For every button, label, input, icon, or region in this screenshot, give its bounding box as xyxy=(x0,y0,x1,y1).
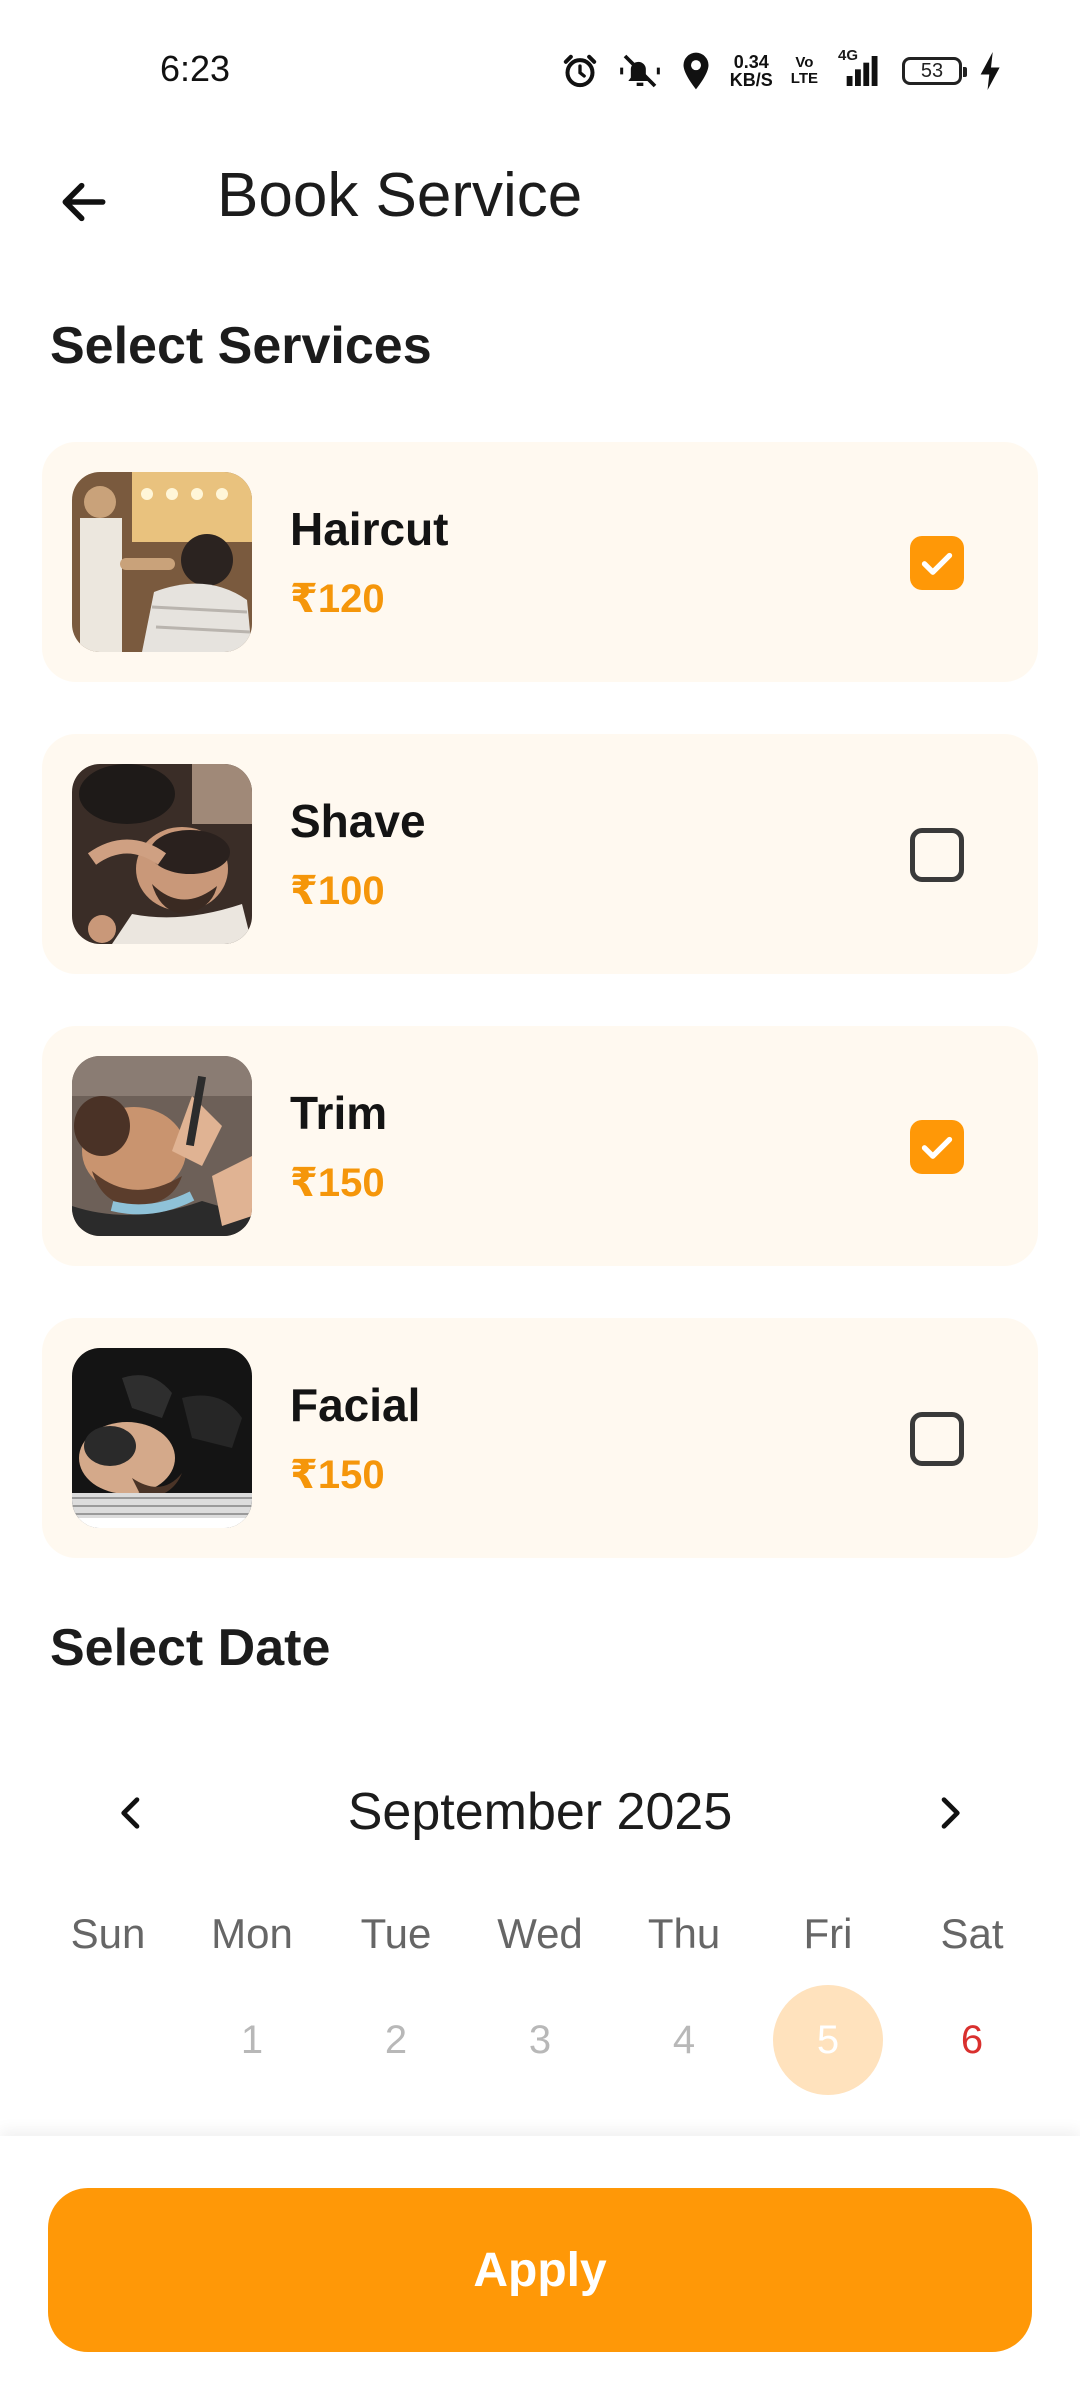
trim-checkbox[interactable] xyxy=(910,1120,964,1174)
haircut-image xyxy=(72,472,252,652)
apply-button[interactable]: Apply xyxy=(48,2188,1032,2352)
service-price: ₹150 xyxy=(290,1453,385,1497)
weekday-label: Thu xyxy=(647,1910,721,1957)
service-name: Facial xyxy=(290,1379,421,1431)
service-price: ₹150 xyxy=(290,1161,385,1205)
arrow-left-icon xyxy=(62,182,106,222)
page-title: Book Service xyxy=(217,161,583,230)
shave-checkbox[interactable] xyxy=(910,828,964,882)
weekday-label: Sat xyxy=(940,1910,1004,1957)
day-cell-selected[interactable]: 5 xyxy=(773,1985,883,2095)
charging-icon xyxy=(980,52,1002,90)
service-list: Haircut ₹120 Shave ₹100 Trim ₹150 Facial… xyxy=(42,442,1038,1610)
facial-image xyxy=(72,1348,252,1528)
check-icon xyxy=(921,1136,953,1159)
net-speed: 0.34 KB/S xyxy=(730,53,773,89)
next-month-button[interactable] xyxy=(914,1778,984,1848)
service-card-facial[interactable]: Facial ₹150 xyxy=(42,1318,1038,1558)
facial-checkbox[interactable] xyxy=(910,1412,964,1466)
status-icons: 0.34 KB/S Vo LTE 4G 53 xyxy=(560,47,1002,94)
shave-image xyxy=(72,764,252,944)
bottom-action-panel: Apply xyxy=(0,2136,1080,2400)
volte-top: Vo xyxy=(795,54,814,71)
day-cell[interactable]: 6 xyxy=(917,1985,1027,2095)
service-name: Shave xyxy=(290,795,426,847)
book-service-screen: 6:23 0.34 KB/S Vo LTE 4G 53 Book Service… xyxy=(0,0,1080,2400)
mute-icon xyxy=(618,51,662,91)
weekday-label: Wed xyxy=(497,1910,583,1957)
day-cell[interactable]: 4 xyxy=(629,1985,739,2095)
signal-icon: 4G xyxy=(836,47,884,91)
status-time: 6:23 xyxy=(160,48,231,89)
chevron-right-icon xyxy=(941,1797,960,1829)
select-services-heading: Select Services xyxy=(50,317,432,375)
app-bar: Book Service xyxy=(0,140,1080,250)
network-type: 4G xyxy=(838,47,859,64)
status-bar: 6:23 0.34 KB/S Vo LTE 4G 53 xyxy=(0,0,1080,140)
select-date-heading: Select Date xyxy=(50,1619,331,1677)
trim-image xyxy=(72,1056,252,1236)
weekday-label: Tue xyxy=(360,1910,432,1957)
weekday-label: Sun xyxy=(70,1910,146,1957)
volte-indicator: Vo LTE xyxy=(791,55,818,87)
service-name: Haircut xyxy=(290,503,449,555)
net-speed-value: 0.34 xyxy=(733,52,769,72)
day-cell[interactable]: 3 xyxy=(485,1985,595,2095)
weekday-label: Mon xyxy=(211,1910,293,1957)
day-cell[interactable]: 1 xyxy=(197,1985,307,2095)
weekday-row: Sun Mon Tue Wed Thu Fri Sat xyxy=(0,1910,1080,1970)
volte-bottom: LTE xyxy=(790,70,818,87)
service-price: ₹100 xyxy=(290,869,385,913)
alarm-icon xyxy=(560,51,600,91)
back-button[interactable] xyxy=(46,164,122,240)
service-card-trim[interactable]: Trim ₹150 xyxy=(42,1026,1038,1266)
haircut-checkbox[interactable] xyxy=(910,536,964,590)
location-icon xyxy=(680,51,712,91)
day-cell[interactable]: 2 xyxy=(341,1985,451,2095)
battery-level: 53 xyxy=(920,59,944,82)
service-name: Trim xyxy=(290,1087,388,1139)
weekday-label: Fri xyxy=(803,1910,853,1957)
day-row: 1 2 3 4 5 6 xyxy=(0,1985,1080,2095)
service-price: ₹120 xyxy=(290,577,385,621)
check-icon xyxy=(921,552,953,575)
service-card-haircut[interactable]: Haircut ₹120 xyxy=(42,442,1038,682)
net-speed-unit: KB/S xyxy=(729,70,773,90)
service-card-shave[interactable]: Shave ₹100 xyxy=(42,734,1038,974)
battery-icon: 53 xyxy=(902,57,967,85)
